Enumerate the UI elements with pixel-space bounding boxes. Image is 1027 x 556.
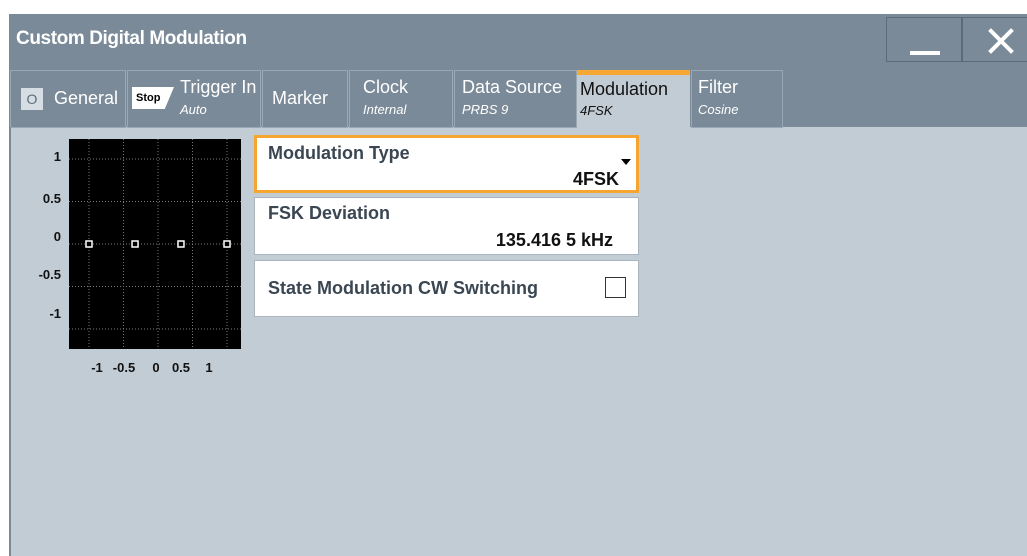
panel-left-edge [9, 127, 11, 556]
modulation-type-label: Modulation Type [268, 143, 410, 163]
close-button[interactable] [962, 17, 1027, 62]
tab-data-source-value: PRBS 9 [462, 102, 509, 117]
stop-badge: Stop [132, 87, 174, 109]
y-tick: 0.5 [42, 191, 61, 206]
tab-data-source-label: Data Source [462, 77, 563, 97]
active-tab-indicator [577, 70, 690, 75]
tab-modulation[interactable]: Modulation 4FSK [577, 70, 690, 127]
tab-strip: O General Stop Trigger In Auto Marker Cl… [9, 64, 1027, 128]
tab-modulation-label: Modulation [580, 79, 669, 99]
tab-filter-value: Cosine [698, 102, 739, 117]
fsk-deviation-label: FSK Deviation [268, 203, 391, 223]
modulation-type-value: 4FSK [572, 169, 619, 189]
state-cw-switching-label: State Modulation CW Switching [268, 278, 538, 298]
constellation-point [85, 240, 93, 248]
x-tick: 0.5 [171, 360, 191, 375]
close-icon [988, 28, 1014, 54]
tab-trigger-in-value: Auto [180, 102, 207, 117]
title-bar: Custom Digital Modulation [9, 14, 1027, 64]
tab-general-label: General [54, 88, 119, 108]
fsk-deviation-field[interactable]: FSK Deviation 135.416 5 kHz [254, 197, 639, 255]
tab-clock[interactable]: Clock Internal [349, 70, 453, 128]
y-tick: 0 [53, 229, 61, 244]
tab-filter-label: Filter [698, 77, 738, 97]
x-tick: -1 [91, 360, 103, 375]
tab-general[interactable]: O General [10, 70, 126, 128]
x-tick: 1 [205, 360, 213, 375]
constellation-point [177, 240, 185, 248]
constellation-point [131, 240, 139, 248]
constellation-point [223, 240, 231, 248]
tab-modulation-value: 4FSK [580, 103, 613, 118]
tab-data-source[interactable]: Data Source PRBS 9 [454, 70, 577, 128]
dropdown-arrow-icon [621, 159, 631, 165]
y-tick: 1 [53, 149, 61, 164]
y-tick: -1 [49, 306, 61, 321]
tab-marker[interactable]: Marker [262, 70, 348, 128]
constellation-plot [69, 139, 241, 349]
y-tick: -0.5 [38, 267, 61, 282]
state-indicator-icon: O [21, 88, 43, 110]
minimize-button[interactable] [886, 17, 962, 62]
tab-clock-value: Internal [363, 102, 407, 117]
fsk-deviation-value: 135.416 5 kHz [495, 230, 613, 250]
tab-trigger-in-label: Trigger In [180, 77, 257, 97]
state-cw-switching-field[interactable]: State Modulation CW Switching [254, 260, 639, 317]
window-title: Custom Digital Modulation [16, 28, 247, 49]
tab-filter[interactable]: Filter Cosine [691, 70, 783, 128]
modulation-type-select[interactable]: Modulation Type 4FSK [254, 135, 639, 193]
state-cw-switching-checkbox[interactable] [605, 277, 626, 298]
dialog-window: Custom Digital Modulation O General Stop… [9, 14, 1027, 556]
tab-marker-label: Marker [272, 88, 329, 108]
x-tick: -0.5 [112, 360, 136, 375]
tab-clock-label: Clock [363, 77, 409, 97]
minimize-icon [910, 51, 940, 55]
tab-trigger-in[interactable]: Stop Trigger In Auto [127, 70, 261, 128]
